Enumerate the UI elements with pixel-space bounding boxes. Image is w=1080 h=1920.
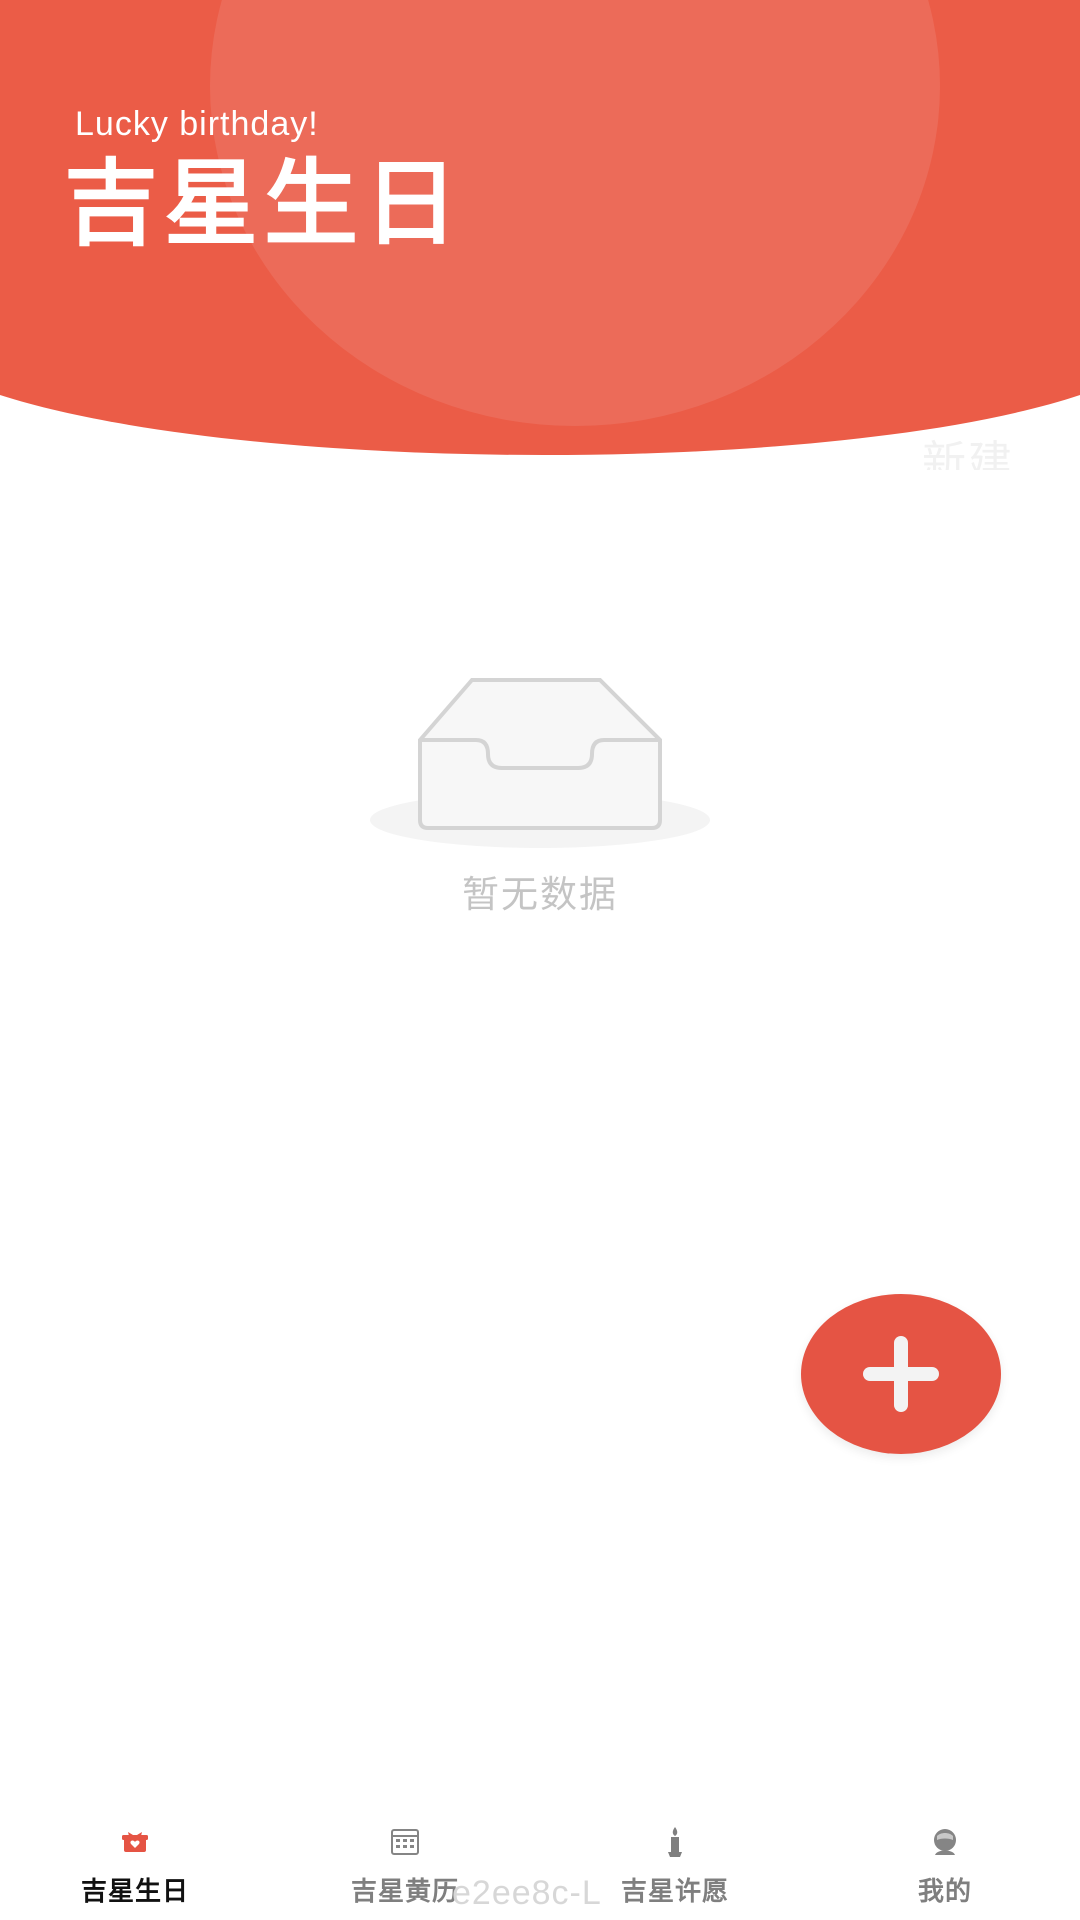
candle-icon — [668, 1827, 682, 1857]
tab-label: 我的 — [917, 1877, 972, 1907]
gift-icon — [122, 1832, 148, 1852]
plus-icon — [863, 1336, 939, 1412]
calendar-icon — [391, 1829, 419, 1855]
new-button[interactable]: 新建 — [922, 426, 1014, 470]
user-icon — [934, 1829, 956, 1855]
empty-inbox-icon — [370, 678, 710, 848]
header-subtitle: Lucky birthday! — [75, 105, 319, 143]
watermark-text: e2ee8c-L — [452, 1874, 602, 1912]
add-birthday-button[interactable] — [801, 1294, 1001, 1454]
empty-state: 暂无数据 — [360, 670, 720, 920]
app-screen: Lucky birthday! 吉星生日 新建 暂无数据 吉星生日 吉星黄历 吉… — [0, 0, 1080, 1920]
tab-label: 吉星生日 — [80, 1877, 189, 1907]
tab-profile[interactable]: 我的 — [810, 1806, 1080, 1920]
empty-message: 暂无数据 — [462, 873, 618, 916]
header-banner: Lucky birthday! 吉星生日 新建 — [0, 0, 1080, 470]
page-title: 吉星生日 — [64, 150, 465, 259]
tab-birthday[interactable]: 吉星生日 — [0, 1806, 270, 1920]
